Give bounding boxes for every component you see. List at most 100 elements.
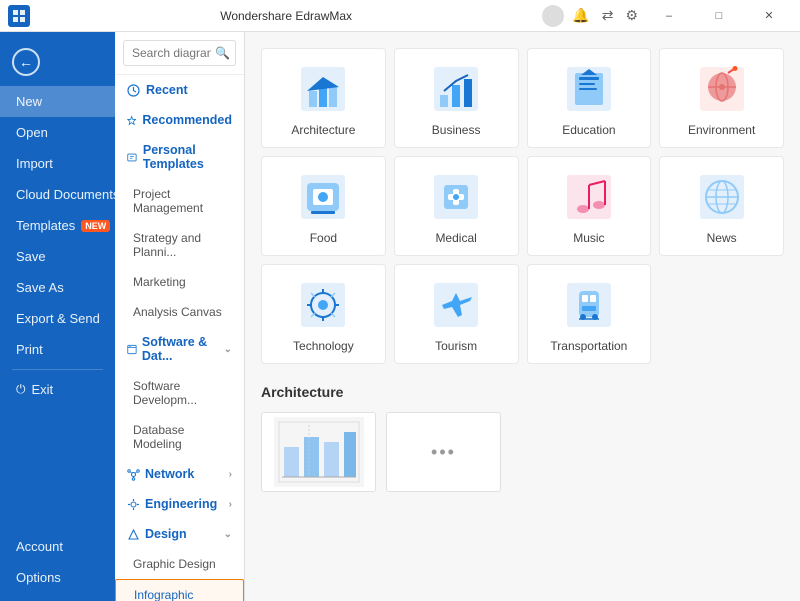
food-card-icon bbox=[297, 171, 349, 223]
tourism-label: Tourism bbox=[435, 339, 477, 353]
main-content: Architecture Business bbox=[245, 32, 800, 601]
import-label: Import bbox=[16, 156, 53, 171]
templates-label: Templates bbox=[16, 218, 75, 233]
sidebar-item-open[interactable]: Open bbox=[0, 117, 115, 148]
nav-graphic-design[interactable]: Graphic Design bbox=[115, 549, 244, 579]
architecture-thumb-1[interactable] bbox=[261, 412, 376, 492]
category-business[interactable]: Business bbox=[394, 48, 519, 148]
sidebar-item-export[interactable]: Export & Send bbox=[0, 303, 115, 334]
news-label: News bbox=[707, 231, 737, 245]
sidebar-item-import[interactable]: Import bbox=[0, 148, 115, 179]
nav-strategy[interactable]: Strategy and Planni... bbox=[115, 223, 244, 267]
network-icon bbox=[127, 468, 140, 481]
tourism-card-icon bbox=[430, 279, 482, 331]
sidebar-item-cloud[interactable]: Cloud Documents bbox=[0, 179, 115, 210]
category-news[interactable]: News bbox=[659, 156, 784, 256]
design-expand-icon: ⌄ bbox=[224, 529, 232, 540]
sidebar-item-options[interactable]: Options bbox=[0, 562, 115, 593]
recent-icon bbox=[127, 84, 140, 97]
share-icon[interactable]: ⇄ bbox=[598, 7, 618, 24]
search-container: 🔍 bbox=[115, 32, 244, 75]
search-icon: 🔍 bbox=[215, 46, 230, 60]
new-label: New bbox=[16, 94, 42, 109]
architecture-thumb-dots[interactable]: ••• bbox=[386, 412, 501, 492]
save-label: Save bbox=[16, 249, 46, 264]
sidebar-item-exit[interactable]: ⏻ Exit bbox=[0, 374, 115, 405]
app-body: ← New Open Import Cloud Documents Templa… bbox=[0, 32, 800, 601]
saveas-label: Save As bbox=[16, 280, 64, 295]
architecture-label: Architecture bbox=[291, 123, 355, 137]
environment-card-icon bbox=[696, 63, 748, 115]
network-expand-icon: › bbox=[229, 469, 232, 480]
nav-database-modeling[interactable]: Database Modeling bbox=[115, 415, 244, 459]
education-card-icon bbox=[563, 63, 615, 115]
medical-label: Medical bbox=[435, 231, 476, 245]
sidebar-item-account[interactable]: Account bbox=[0, 531, 115, 562]
recommended-icon bbox=[127, 114, 136, 127]
nav-project-management[interactable]: Project Management bbox=[115, 179, 244, 223]
nav-engineering[interactable]: Engineering › bbox=[115, 489, 244, 519]
business-card-icon bbox=[430, 63, 482, 115]
architecture-section-title: Architecture bbox=[261, 384, 784, 400]
personal-templates-icon bbox=[127, 151, 137, 164]
architecture-thumb-grid: ••• bbox=[261, 412, 784, 492]
design-icon bbox=[127, 528, 140, 541]
nav-network[interactable]: Network › bbox=[115, 459, 244, 489]
technology-card-icon bbox=[297, 279, 349, 331]
education-label: Education bbox=[562, 123, 615, 137]
sidebar-item-templates[interactable]: Templates NEW bbox=[0, 210, 115, 241]
medical-card-icon bbox=[430, 171, 482, 223]
nav-marketing[interactable]: Marketing bbox=[115, 267, 244, 297]
transportation-label: Transportation bbox=[550, 339, 627, 353]
software-icon bbox=[127, 343, 137, 356]
engineering-icon bbox=[127, 498, 140, 511]
sidebar-item-new[interactable]: New bbox=[0, 86, 115, 117]
category-technology[interactable]: Technology bbox=[261, 264, 386, 364]
sidebar-item-save[interactable]: Save bbox=[0, 241, 115, 272]
sidebar-item-print[interactable]: Print bbox=[0, 334, 115, 365]
nav-recommended[interactable]: Recommended bbox=[115, 105, 244, 135]
nav-recent[interactable]: Recent bbox=[115, 75, 244, 105]
titlebar-left bbox=[8, 5, 30, 27]
nav-analysis-canvas[interactable]: Analysis Canvas bbox=[115, 297, 244, 327]
bell-icon[interactable]: 🔔 bbox=[568, 7, 593, 24]
engineering-expand-icon: › bbox=[229, 499, 232, 510]
cloud-label: Cloud Documents bbox=[16, 187, 119, 202]
app-title: Wondershare EdrawMax bbox=[30, 9, 542, 23]
sidebar-divider bbox=[12, 369, 103, 370]
category-medical[interactable]: Medical bbox=[394, 156, 519, 256]
news-card-icon bbox=[696, 171, 748, 223]
category-education[interactable]: Education bbox=[527, 48, 652, 148]
business-label: Business bbox=[432, 123, 481, 137]
more-dots: ••• bbox=[431, 442, 456, 463]
sidebar: ← New Open Import Cloud Documents Templa… bbox=[0, 32, 115, 601]
category-transportation[interactable]: Transportation bbox=[527, 264, 652, 364]
exit-label: Exit bbox=[32, 382, 54, 397]
options-label: Options bbox=[16, 570, 61, 585]
nav-design[interactable]: Design ⌄ bbox=[115, 519, 244, 549]
settings-icon[interactable]: ⚙ bbox=[621, 7, 642, 24]
export-label: Export & Send bbox=[16, 311, 100, 326]
category-grid: Architecture Business bbox=[261, 48, 784, 364]
nav-infographic[interactable]: Infographic bbox=[115, 579, 244, 601]
nav-software-data[interactable]: Software & Dat... ⌄ bbox=[115, 327, 244, 371]
sidebar-item-saveas[interactable]: Save As bbox=[0, 272, 115, 303]
user-avatar[interactable] bbox=[542, 5, 564, 27]
arch-thumb-svg bbox=[274, 417, 364, 487]
category-architecture[interactable]: Architecture bbox=[261, 48, 386, 148]
nav-software-dev[interactable]: Software Developm... bbox=[115, 371, 244, 415]
category-food[interactable]: Food bbox=[261, 156, 386, 256]
minimize-button[interactable]: – bbox=[646, 0, 692, 32]
food-label: Food bbox=[310, 231, 337, 245]
back-button[interactable]: ← bbox=[0, 42, 115, 86]
app-icon bbox=[8, 5, 30, 27]
nav-personal-templates[interactable]: Personal Templates bbox=[115, 135, 244, 179]
category-environment[interactable]: Environment bbox=[659, 48, 784, 148]
sidebar-bottom: Account Options bbox=[0, 531, 115, 601]
category-music[interactable]: Music bbox=[527, 156, 652, 256]
category-tourism[interactable]: Tourism bbox=[394, 264, 519, 364]
close-button[interactable]: ✕ bbox=[746, 0, 792, 32]
maximize-button[interactable]: □ bbox=[696, 0, 742, 32]
music-label: Music bbox=[573, 231, 604, 245]
technology-label: Technology bbox=[293, 339, 354, 353]
